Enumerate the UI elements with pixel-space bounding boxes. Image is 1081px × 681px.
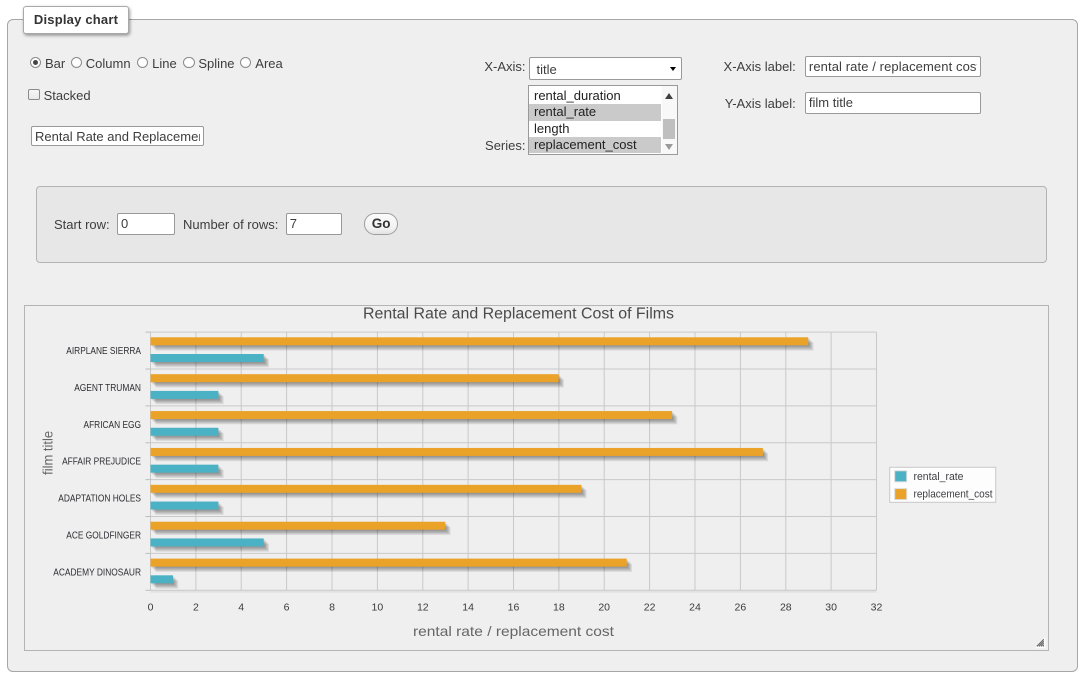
- svg-text:AFFAIR PREJUDICE: AFFAIR PREJUDICE: [62, 456, 141, 467]
- svg-text:24: 24: [689, 601, 701, 613]
- svg-text:4: 4: [238, 601, 244, 613]
- svg-text:28: 28: [779, 601, 791, 613]
- svg-text:ACE GOLDFINGER: ACE GOLDFINGER: [66, 530, 141, 541]
- svg-text:10: 10: [371, 601, 383, 613]
- svg-text:rental rate / replacement cost: rental rate / replacement cost: [413, 623, 614, 639]
- svg-text:26: 26: [734, 601, 746, 613]
- svg-text:32: 32: [870, 601, 882, 613]
- svg-text:2: 2: [192, 601, 198, 613]
- svg-text:AIRPLANE SIERRA: AIRPLANE SIERRA: [66, 346, 141, 357]
- svg-text:ACADEMY DINOSAUR: ACADEMY DINOSAUR: [53, 567, 141, 578]
- svg-text:film title: film title: [40, 430, 55, 474]
- svg-text:replacement_cost: replacement_cost: [913, 488, 992, 500]
- svg-text:AGENT TRUMAN: AGENT TRUMAN: [74, 382, 141, 393]
- svg-text:ADAPTATION HOLES: ADAPTATION HOLES: [58, 493, 141, 504]
- svg-text:16: 16: [507, 601, 519, 613]
- svg-text:rental_rate: rental_rate: [913, 470, 963, 482]
- svg-text:8: 8: [329, 601, 335, 613]
- svg-text:18: 18: [553, 601, 565, 613]
- svg-text:20: 20: [598, 601, 610, 613]
- svg-text:AFRICAN EGG: AFRICAN EGG: [83, 419, 141, 430]
- svg-text:12: 12: [416, 601, 428, 613]
- svg-text:Rental Rate and Replacement Co: Rental Rate and Replacement Cost of Film…: [363, 306, 674, 322]
- svg-text:6: 6: [283, 601, 289, 613]
- svg-text:0: 0: [147, 601, 153, 613]
- svg-text:22: 22: [643, 601, 655, 613]
- svg-text:30: 30: [825, 601, 837, 613]
- svg-text:14: 14: [462, 601, 474, 613]
